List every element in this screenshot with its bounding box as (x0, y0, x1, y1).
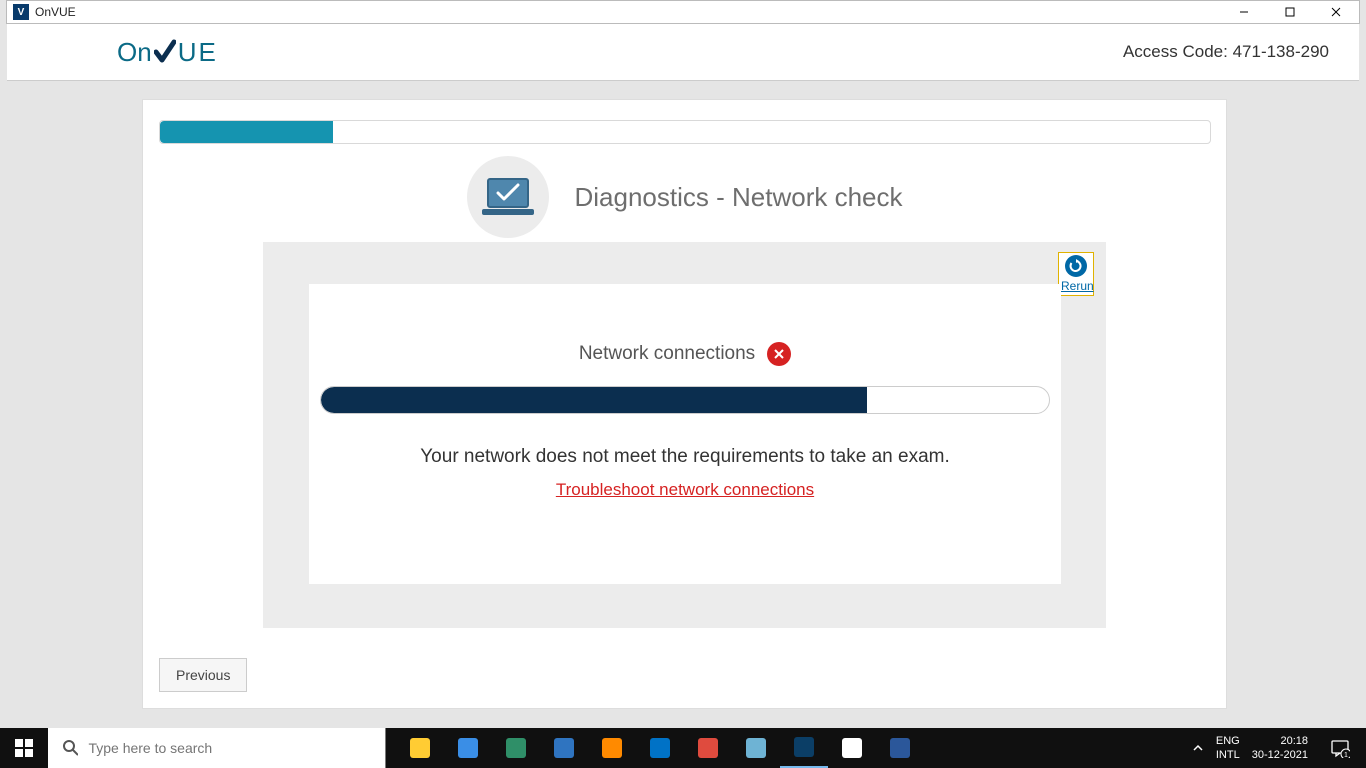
access-code-value: 471-138-290 (1233, 42, 1329, 61)
lang-line2: INTL (1216, 748, 1240, 762)
network-fail-message: Your network does not meet the requireme… (309, 446, 1061, 468)
maximize-button[interactable] (1267, 1, 1313, 23)
network-progress-fill (321, 387, 867, 413)
access-code-label: Access Code: (1123, 42, 1228, 61)
task-manager-icon (743, 735, 769, 761)
chrome-icon (695, 735, 721, 761)
taskbar: ENG INTL 20:18 30-12-2021 1 (0, 728, 1366, 768)
edge-icon (503, 735, 529, 761)
rerun-button[interactable]: Rerun (1058, 252, 1094, 296)
logo-text-on: On (117, 37, 152, 68)
main-card: Diagnostics - Network check Rerun Networ… (142, 99, 1227, 709)
system-tray: ENG INTL 20:18 30-12-2021 1 (1192, 728, 1366, 768)
app-viewport: On UE Access Code: 471-138-290 Diagnosti… (7, 24, 1359, 718)
taskbar-app-edge[interactable] (492, 728, 540, 768)
windows-logo-icon (15, 739, 33, 757)
taskbar-search[interactable] (48, 728, 386, 768)
clock[interactable]: 20:18 30-12-2021 (1252, 734, 1308, 762)
logo-text-ue: UE (178, 37, 218, 68)
outlook-icon (647, 735, 673, 761)
diagnostics-panel: Rerun Network connections Your network d… (263, 242, 1106, 628)
taskbar-app-outlook[interactable] (636, 728, 684, 768)
troubleshoot-link[interactable]: Troubleshoot network connections (556, 480, 814, 499)
onvue-app-icon (791, 734, 817, 760)
network-label: Network connections (579, 343, 755, 365)
overall-progress-bar (159, 120, 1211, 144)
clock-date: 30-12-2021 (1252, 748, 1308, 762)
troubleshoot-row: Troubleshoot network connections (309, 480, 1061, 500)
overall-progress-fill (160, 121, 333, 143)
windows-security-icon (839, 735, 865, 761)
search-icon (62, 739, 78, 757)
rerun-label: Rerun (1061, 279, 1091, 293)
close-button[interactable] (1313, 1, 1359, 23)
app-icon: V (13, 4, 29, 20)
start-button[interactable] (0, 728, 48, 768)
diagnostics-title-row: Diagnostics - Network check (143, 156, 1226, 238)
logo-check-icon (154, 38, 176, 68)
taskbar-app-firefox[interactable] (588, 728, 636, 768)
clock-time: 20:18 (1252, 734, 1308, 748)
network-status-row: Network connections (309, 342, 1061, 366)
taskbar-app-word[interactable] (876, 728, 924, 768)
previous-button[interactable]: Previous (159, 658, 247, 692)
word-icon (887, 735, 913, 761)
search-input[interactable] (88, 740, 371, 756)
access-code: Access Code: 471-138-290 (1123, 42, 1329, 62)
svg-text:1: 1 (1344, 752, 1348, 758)
taskbar-app-onvue-app[interactable] (780, 728, 828, 768)
notification-icon: 1 (1330, 738, 1350, 758)
taskbar-app-microsoft-store[interactable] (444, 728, 492, 768)
taskbar-app-internet-explorer[interactable] (540, 728, 588, 768)
taskbar-app-icons (396, 728, 924, 768)
rerun-icon (1065, 255, 1087, 277)
action-center-button[interactable]: 1 (1320, 728, 1360, 768)
laptop-check-icon (467, 156, 549, 238)
minimize-button[interactable] (1221, 1, 1267, 23)
firefox-icon (599, 735, 625, 761)
microsoft-store-icon (455, 735, 481, 761)
window-titlebar: V OnVUE (6, 0, 1360, 24)
taskbar-app-windows-security[interactable] (828, 728, 876, 768)
taskbar-app-file-explorer[interactable] (396, 728, 444, 768)
taskbar-app-chrome[interactable] (684, 728, 732, 768)
window-title: OnVUE (35, 5, 76, 19)
app-header: On UE Access Code: 471-138-290 (7, 24, 1359, 81)
lang-line1: ENG (1216, 734, 1240, 748)
page-title: Diagnostics - Network check (575, 182, 903, 213)
window-controls (1221, 1, 1359, 23)
onvue-logo: On UE (117, 37, 218, 68)
language-indicator[interactable]: ENG INTL (1216, 734, 1240, 762)
status-fail-icon (767, 342, 791, 366)
network-check-box: Network connections Your network does no… (309, 284, 1061, 584)
network-progress-bar (320, 386, 1050, 414)
tray-overflow-icon[interactable] (1192, 742, 1204, 754)
taskbar-app-task-manager[interactable] (732, 728, 780, 768)
internet-explorer-icon (551, 735, 577, 761)
file-explorer-icon (407, 735, 433, 761)
